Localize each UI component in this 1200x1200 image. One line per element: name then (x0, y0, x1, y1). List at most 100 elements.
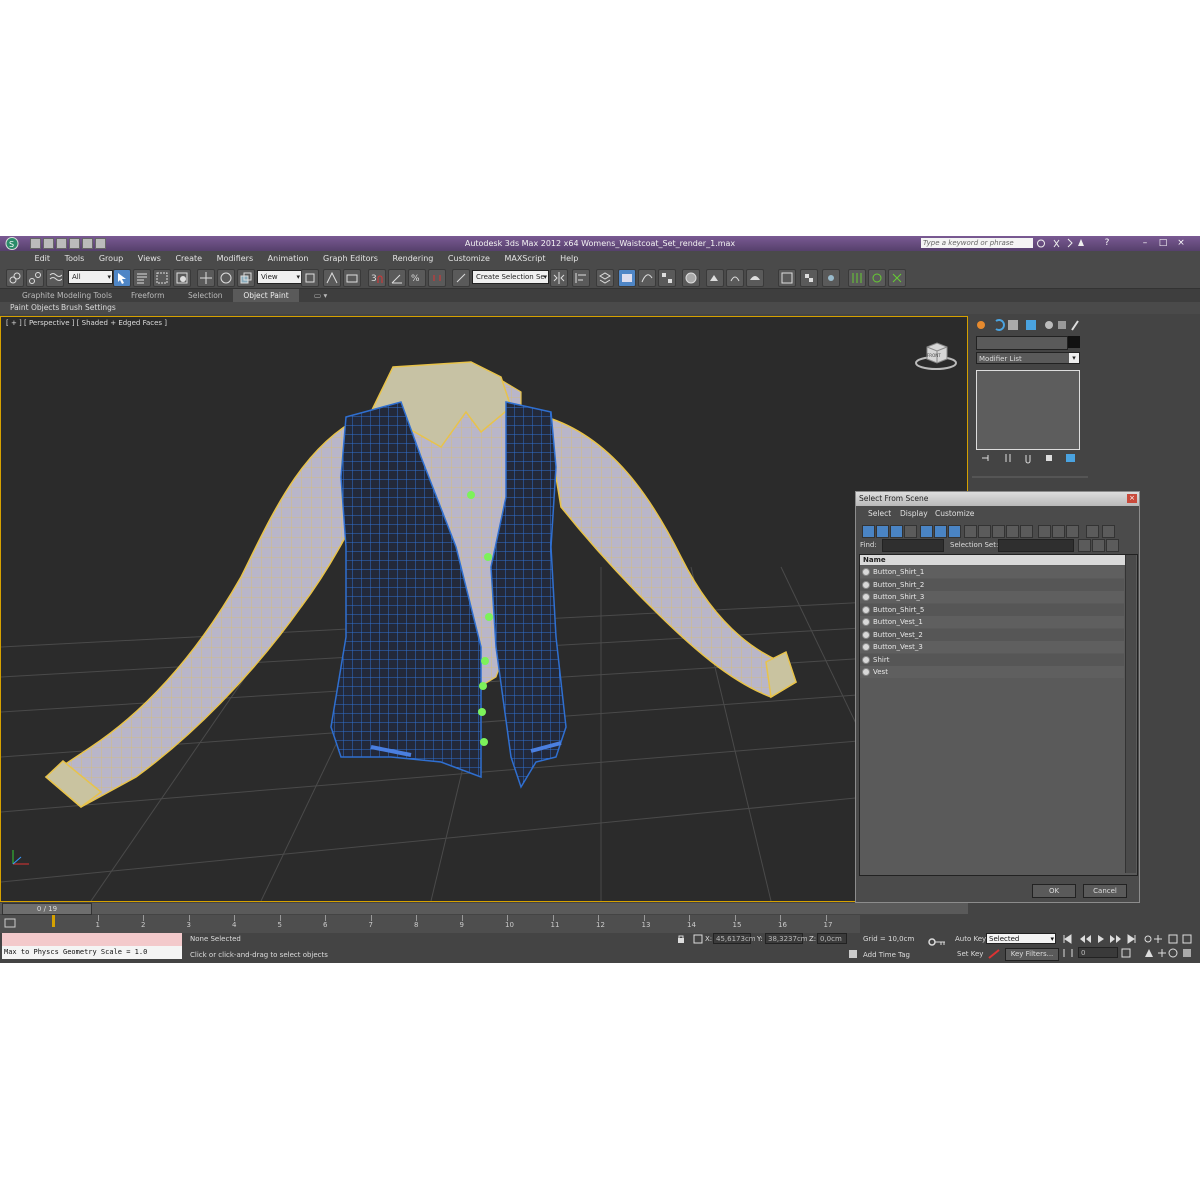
help-icon[interactable]: ? (1102, 238, 1112, 248)
display-helpers-icon[interactable] (920, 525, 933, 538)
display-xrefs-icon[interactable] (964, 525, 977, 538)
time-slider-thumb[interactable]: 0 / 19 (2, 903, 92, 915)
mirror-icon[interactable] (550, 269, 568, 287)
dialog-menu-select[interactable]: Select (868, 509, 891, 518)
menu-graph-editors[interactable]: Graph Editors (323, 251, 378, 266)
track-bar[interactable]: 1 2 3 4 5 6 7 8 9 10 11 12 13 14 15 16 17 (0, 915, 860, 933)
list-item[interactable]: Button_Vest_3 (860, 641, 1124, 653)
modifier-list-dropdown[interactable]: Modifier List ▾ (976, 352, 1080, 364)
rendered-frame-window-icon[interactable] (726, 269, 744, 287)
object-color-swatch[interactable] (1068, 336, 1080, 348)
display-invert-icon[interactable] (1066, 525, 1079, 538)
display-geometry-icon[interactable] (862, 525, 875, 538)
ribbon-options-icon[interactable]: ▭ ▾ (314, 289, 327, 302)
physx-reset-icon[interactable] (868, 269, 886, 287)
key-icon[interactable] (928, 937, 946, 947)
maximize-icon[interactable]: □ (1158, 238, 1168, 248)
display-space-warps-icon[interactable] (934, 525, 947, 538)
filter-icon[interactable] (1102, 525, 1115, 538)
cancel-button[interactable]: Cancel (1083, 884, 1127, 898)
select-all-icon[interactable] (1078, 539, 1091, 552)
list-item[interactable]: Button_Shirt_1 (860, 566, 1124, 578)
state-sets-icon[interactable] (822, 269, 840, 287)
time-slider[interactable]: 0 / 19 (0, 903, 968, 915)
select-and-link-icon[interactable] (6, 269, 24, 287)
select-and-move-icon[interactable] (197, 269, 215, 287)
display-groups-icon[interactable] (948, 525, 961, 538)
list-item[interactable]: Shirt (860, 653, 1124, 666)
selection-lock-icon[interactable] (676, 934, 686, 944)
menu-group[interactable]: Group (99, 251, 123, 266)
material-editor-icon[interactable] (682, 269, 700, 287)
select-and-manipulate-icon[interactable] (323, 269, 341, 287)
x-coordinate-field[interactable]: 45,6173cm (713, 933, 756, 944)
selection-filter-dropdown[interactable]: All ▾ (68, 270, 113, 284)
time-configuration-icon[interactable] (1121, 947, 1131, 959)
object-name-field[interactable] (976, 336, 1068, 350)
select-none-icon[interactable] (1092, 539, 1105, 552)
window-crossing-icon[interactable] (173, 269, 191, 287)
reference-coordinate-dropdown[interactable]: View ▾ (257, 270, 302, 284)
column-header-name[interactable]: Name (860, 555, 1127, 565)
tab-selection[interactable]: Selection (188, 289, 223, 302)
sync-selection-icon[interactable] (1086, 525, 1099, 538)
pivot-center-icon[interactable] (301, 269, 319, 287)
keyboard-shortcut-override-icon[interactable] (343, 269, 361, 287)
physx-simulate-icon[interactable] (848, 269, 866, 287)
display-shapes-icon[interactable] (876, 525, 889, 538)
maxscript-listener-input[interactable] (2, 933, 182, 946)
set-key-icon[interactable] (987, 948, 1001, 960)
snaps-toggle-icon[interactable]: 3 (368, 269, 386, 287)
named-selection-set-dropdown[interactable]: Create Selection Se ▾ (472, 270, 549, 284)
align-icon[interactable] (572, 269, 590, 287)
edit-named-selection-icon[interactable] (452, 269, 470, 287)
list-item[interactable]: Button_Shirt_5 (860, 603, 1124, 616)
menu-animation[interactable]: Animation (268, 251, 309, 266)
tab-graphite-modeling-tools[interactable]: Graphite Modeling Tools (22, 289, 112, 302)
display-all-icon[interactable] (1038, 525, 1051, 538)
panel-brush-settings[interactable]: Brush Settings (61, 302, 116, 314)
unlink-icon[interactable] (26, 269, 44, 287)
select-by-name-icon[interactable] (133, 269, 151, 287)
angle-snap-icon[interactable] (388, 269, 406, 287)
menu-rendering[interactable]: Rendering (393, 251, 434, 266)
z-coordinate-field[interactable]: 0,0cm (817, 933, 847, 944)
list-item[interactable]: Button_Vest_2 (860, 628, 1124, 641)
display-none-icon[interactable] (1052, 525, 1065, 538)
menu-views[interactable]: Views (138, 251, 161, 266)
auto-key-button[interactable]: Auto Key (955, 935, 986, 943)
viewcube[interactable]: FRONT (913, 339, 959, 371)
dialog-menu-customize[interactable]: Customize (935, 509, 974, 518)
menu-edit[interactable]: Edit (35, 251, 51, 266)
close-icon[interactable]: × (1127, 494, 1137, 503)
menu-maxscript[interactable]: MAXScript (504, 251, 545, 266)
scene-object-list[interactable]: Name Button_Shirt_1 Button_Shirt_2 Button_… (859, 554, 1138, 876)
dialog-menu-display[interactable]: Display (900, 509, 928, 518)
list-item[interactable]: Button_Shirt_2 (860, 578, 1124, 591)
menu-tools[interactable]: Tools (65, 251, 85, 266)
menu-modifiers[interactable]: Modifiers (217, 251, 254, 266)
panel-paint-objects[interactable]: Paint Objects (10, 302, 59, 314)
scene-explorer-icon[interactable] (800, 269, 818, 287)
list-item[interactable]: Button_Vest_1 (860, 616, 1124, 628)
list-scrollbar[interactable] (1125, 555, 1136, 873)
render-setup-icon[interactable] (706, 269, 724, 287)
schematic-view-icon[interactable] (658, 269, 676, 287)
selection-set-dropdown[interactable] (998, 539, 1074, 552)
graphite-modeling-tools-icon[interactable] (618, 269, 636, 287)
add-time-tag-button[interactable]: Add Time Tag (863, 951, 910, 959)
containers-icon[interactable] (778, 269, 796, 287)
display-bones-icon[interactable] (978, 525, 991, 538)
render-production-icon[interactable] (746, 269, 764, 287)
layer-manager-icon[interactable] (596, 269, 614, 287)
tab-object-paint[interactable]: Object Paint (233, 289, 299, 302)
curve-editor-icon[interactable] (638, 269, 656, 287)
display-containers-icon[interactable] (992, 525, 1005, 538)
menu-help[interactable]: Help (560, 251, 578, 266)
maxscript-listener-output[interactable]: Max to Physcs Geometry Scale = 1.0 (2, 946, 182, 959)
y-coordinate-field[interactable]: 38,3237cm (765, 933, 808, 944)
find-input[interactable] (882, 539, 944, 552)
help-search-input[interactable]: Type a keyword or phrase (921, 238, 1033, 248)
key-mode-toggle-icon[interactable] (1063, 948, 1073, 958)
close-icon[interactable]: × (1176, 238, 1186, 248)
